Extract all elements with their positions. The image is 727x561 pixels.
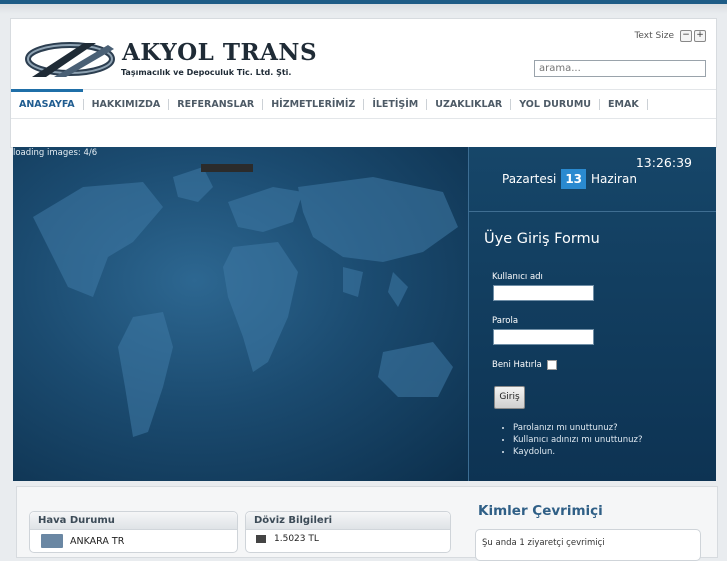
login-button[interactable]: Giriş xyxy=(494,386,525,409)
online-text: Şu anda 1 ziyaretçi çevrimiçi xyxy=(482,538,605,548)
brand-name: AKYOL TRANS xyxy=(122,39,318,66)
side-panel: 13:26:39 Pazartesi 13 Haziran Üye Giriş … xyxy=(468,147,716,481)
forgot-password-link[interactable]: Parolanızı mı unuttunuz? xyxy=(513,423,643,433)
month: Haziran xyxy=(591,172,637,186)
nav-item-hizmetlerimiz[interactable]: HİZMETLERİMİZ xyxy=(263,98,365,110)
forgot-username-link[interactable]: Kullanıcı adınızı mı unuttunuz? xyxy=(513,435,643,445)
weather-title: Hava Durumu xyxy=(30,512,237,530)
weekday: Pazartesi xyxy=(502,172,557,186)
top-shade xyxy=(0,4,727,14)
day-number: 13 xyxy=(561,169,587,189)
text-size-increase-button[interactable]: + xyxy=(694,30,706,42)
date-row: Pazartesi 13 Haziran xyxy=(502,169,637,189)
currency-row: 1.5023 TL xyxy=(246,530,450,544)
text-size-control: Text Size − + xyxy=(634,30,706,42)
username-input[interactable] xyxy=(493,285,594,301)
login-links: Parolanızı mı unuttunuz? Kullanıcı adını… xyxy=(501,423,643,459)
logo-swoosh-icon xyxy=(25,42,115,77)
nav-item-iletisim[interactable]: İLETİŞİM xyxy=(364,98,428,110)
nav-item-uzakliklar[interactable]: UZAKLIKLAR xyxy=(427,98,512,110)
weather-module: Hava Durumu ANKARA TR xyxy=(29,511,238,553)
weather-icon xyxy=(41,534,63,548)
site-logo[interactable]: AKYOL TRANS Taşımacılık ve Depoculuk Tic… xyxy=(24,37,324,81)
online-title: Kimler Çevrimiçi xyxy=(478,503,603,519)
login-form-title: Üye Giriş Formu xyxy=(484,231,600,247)
site-header: AKYOL TRANS Taşımacılık ve Depoculuk Tic… xyxy=(10,18,717,148)
currency-value: 1.5023 TL xyxy=(274,534,319,544)
weather-row: ANKARA TR xyxy=(30,530,237,548)
nav-item-anasayfa[interactable]: ANASAYFA xyxy=(11,88,84,110)
text-size-label: Text Size xyxy=(634,31,674,41)
currency-flag-icon xyxy=(256,535,266,543)
password-label: Parola xyxy=(492,316,519,326)
currency-module: Döviz Bilgileri 1.5023 TL xyxy=(245,511,451,553)
slider-loading-bar xyxy=(201,164,253,172)
username-label: Kullanıcı adı xyxy=(492,272,543,282)
clock: 13:26:39 xyxy=(635,155,692,170)
currency-title: Döviz Bilgileri xyxy=(246,512,450,530)
world-map-graphic xyxy=(33,167,458,437)
nav-item-hakkimizda[interactable]: HAKKIMIZDA xyxy=(84,98,170,110)
nav-item-referanslar[interactable]: REFERANSLAR xyxy=(169,98,264,110)
brand-tagline: Taşımacılık ve Depoculuk Tic. Ltd. Şti. xyxy=(121,68,292,77)
password-input[interactable] xyxy=(493,329,594,345)
slider-loading-text: loading images: 4/6 xyxy=(13,148,98,158)
register-link[interactable]: Kaydolun. xyxy=(513,447,643,457)
remember-me-checkbox[interactable] xyxy=(546,360,557,370)
bottom-modules: Hava Durumu ANKARA TR Döviz Bilgileri 1.… xyxy=(16,486,718,561)
image-slider[interactable]: loading images: 4/6 xyxy=(13,147,468,481)
nav-item-emak[interactable]: EMAK xyxy=(600,98,648,110)
nav-item-yol-durumu[interactable]: YOL DURUMU xyxy=(511,98,601,110)
search-input[interactable] xyxy=(534,60,706,77)
remember-me-label: Beni Hatırla xyxy=(492,360,542,370)
date-box: 13:26:39 Pazartesi 13 Haziran xyxy=(469,147,716,212)
remember-me-row: Beni Hatırla xyxy=(492,360,557,370)
text-size-decrease-button[interactable]: − xyxy=(680,30,692,42)
online-module: Şu anda 1 ziyaretçi çevrimiçi xyxy=(475,529,701,561)
main-nav: ANASAYFA HAKKIMIZDA REFERANSLAR HİZMETLE… xyxy=(11,88,716,119)
